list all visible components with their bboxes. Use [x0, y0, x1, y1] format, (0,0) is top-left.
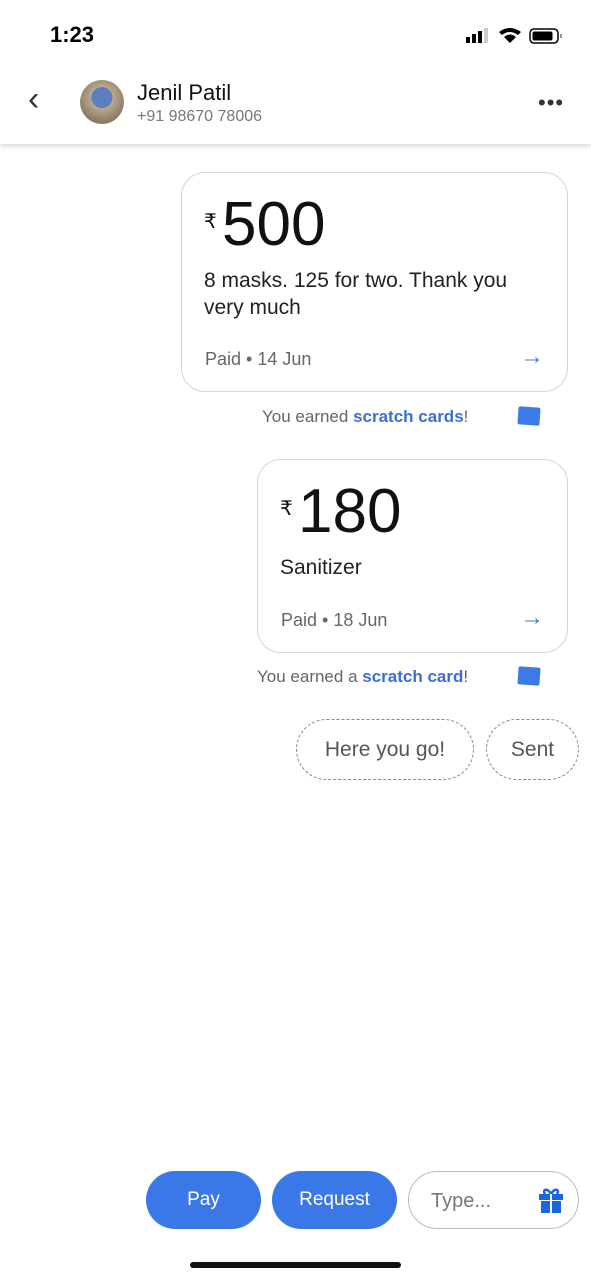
contact-phone: +91 98670 78006 — [137, 108, 263, 125]
payment-status: Paid • 18 Jun — [281, 610, 388, 630]
message-input[interactable]: Type... — [408, 1171, 579, 1229]
payment-card[interactable]: ₹ 500 8 masks. 125 for two. Thank you ve… — [181, 172, 568, 392]
gift-icon[interactable] — [537, 1186, 565, 1214]
payment-note: 8 masks. 125 for two. Thank you very muc… — [204, 269, 508, 319]
payment-card[interactable]: ₹ 180 Sanitizer Paid • 18 Jun → — [257, 459, 568, 653]
scratch-card-link[interactable]: scratch card — [362, 667, 463, 686]
status-icons — [466, 27, 571, 45]
reward-suffix: ! — [463, 407, 469, 426]
avatar[interactable] — [80, 80, 124, 124]
suggestion-chip[interactable]: Sent — [486, 719, 579, 780]
scratch-card-icon[interactable] — [517, 666, 541, 686]
payment-status: Paid • 14 Jun — [205, 349, 312, 369]
chat-header: ‹ Jenil Patil +91 98670 78006 ••• — [0, 62, 591, 144]
payment-note: Sanitizer — [280, 556, 362, 579]
reward-prefix: You earned a — [257, 667, 363, 686]
contact-name: Jenil Patil — [137, 80, 232, 105]
currency-symbol: ₹ — [204, 211, 217, 233]
arrow-right-icon[interactable]: → — [520, 604, 544, 632]
chevron-left-icon: ‹ — [28, 80, 40, 118]
more-button[interactable]: ••• — [538, 90, 564, 116]
reward-suffix: ! — [463, 667, 469, 686]
message-placeholder: Type... — [431, 1190, 492, 1212]
scratch-card-link[interactable]: scratch cards — [353, 407, 464, 426]
payment-amount: 180 — [298, 477, 402, 546]
status-time: 1:23 — [50, 22, 95, 47]
pay-button[interactable]: Pay — [146, 1171, 261, 1229]
more-horizontal-icon: ••• — [538, 90, 565, 115]
reward-text: You earned scratch cards! — [262, 407, 468, 427]
back-button[interactable]: ‹ — [28, 82, 39, 116]
scratch-card-icon[interactable] — [517, 406, 541, 426]
signal-wifi-battery-icon — [466, 28, 562, 44]
request-button[interactable]: Request — [272, 1171, 397, 1229]
suggestion-chip[interactable]: Here you go! — [296, 719, 474, 780]
home-indicator — [190, 1262, 401, 1268]
reward-text: You earned a scratch card! — [257, 667, 468, 687]
arrow-right-icon[interactable]: → — [520, 343, 544, 371]
payment-amount: 500 — [222, 190, 326, 259]
currency-symbol: ₹ — [280, 498, 293, 520]
reward-prefix: You earned — [262, 407, 354, 426]
